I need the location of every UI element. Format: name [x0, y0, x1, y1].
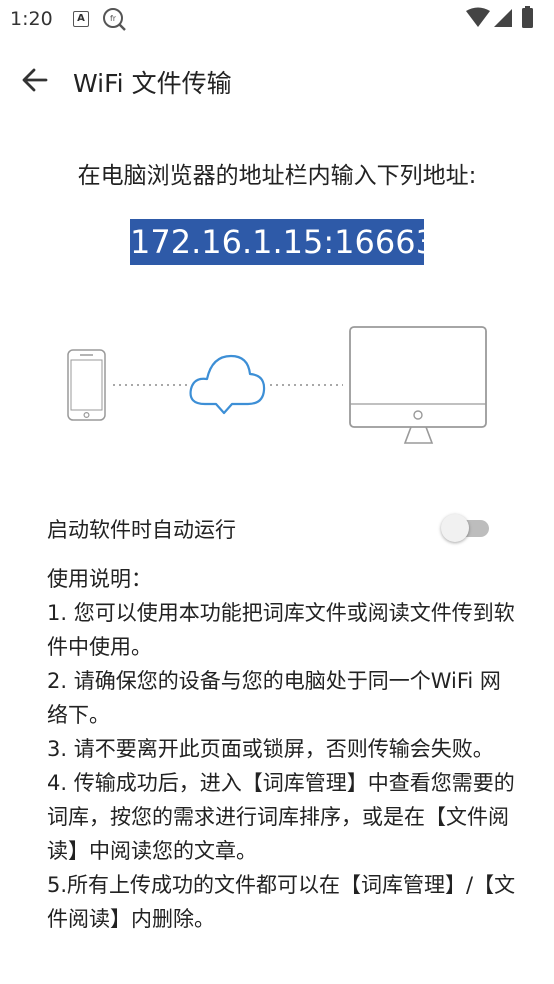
system-status-icons: [466, 6, 533, 28]
monitor-icon: [349, 326, 487, 444]
svg-text:fr: fr: [110, 14, 117, 23]
text-a-icon: A: [73, 11, 89, 27]
battery-icon: [522, 8, 533, 28]
arrow-left-icon: [22, 68, 48, 92]
signal-icon: [494, 9, 512, 27]
back-button[interactable]: [16, 62, 56, 98]
phone-icon: [67, 349, 106, 421]
help-item: 1. 您可以使用本功能把词库文件或阅读文件传到软件中使用。: [47, 601, 515, 659]
usage-instructions: 使用说明： 1. 您可以使用本功能把词库文件或阅读文件传到软件中使用。 2. 请…: [47, 562, 517, 936]
app-bar: WiFi 文件传输: [0, 50, 554, 110]
translate-fr-icon: fr: [103, 8, 126, 31]
autostart-label: 启动软件时自动运行: [47, 518, 236, 542]
cloud-icon: [189, 354, 266, 415]
help-item: 2. 请确保您的设备与您的电脑处于同一个WiFi 网络下。: [47, 669, 501, 727]
help-heading: 使用说明：: [47, 567, 152, 591]
wifi-icon: [466, 7, 490, 27]
status-time: 1:20: [10, 8, 53, 30]
connection-illustration: [67, 326, 487, 444]
help-item: 3. 请不要离开此页面或锁屏，否则传输会失败。: [47, 737, 494, 761]
page-title: WiFi 文件传输: [73, 69, 232, 98]
autostart-setting-row: 启动软件时自动运行: [0, 500, 554, 554]
instruction-text: 在电脑浏览器的地址栏内输入下列地址:: [77, 163, 477, 189]
autostart-toggle[interactable]: [441, 513, 493, 543]
help-item: 5.所有上传成功的文件都可以在【词库管理】/【文件阅读】内删除。: [47, 873, 516, 931]
server-address[interactable]: 172.16.1.15:16663: [130, 219, 436, 265]
help-item: 4. 传输成功后，进入【词库管理】中查看您需要的词库，按您的需求进行词库排序，或…: [47, 771, 515, 863]
toggle-thumb: [441, 514, 469, 542]
status-bar: 1:20 A fr: [0, 0, 554, 38]
